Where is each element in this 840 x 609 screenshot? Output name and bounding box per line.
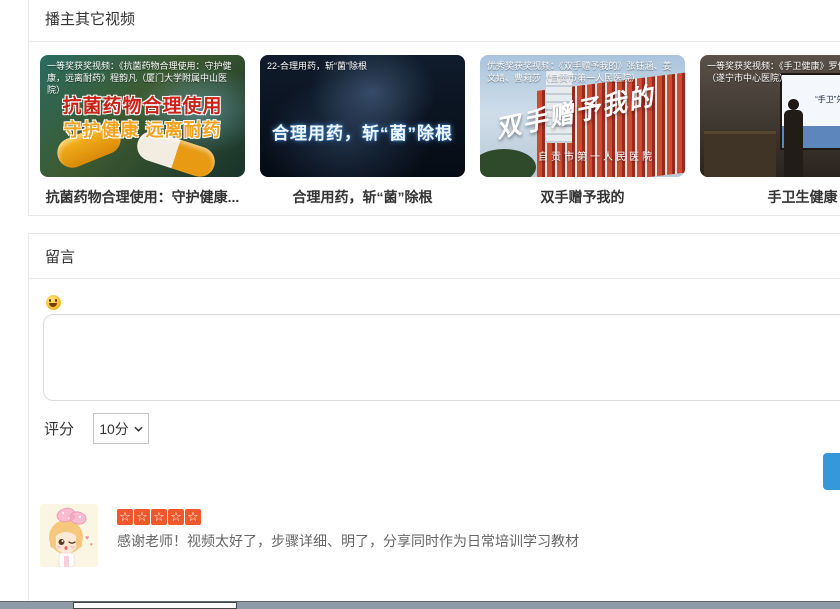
other-videos-title: 播主其它视频 xyxy=(45,8,135,29)
page: 播主其它视频 一等奖获奖视频：《抗菌药物合理使用：守护健康，远离耐药》程韵凡（厦… xyxy=(0,0,840,609)
rating-label: 评分 xyxy=(44,418,74,439)
video-item: 一等奖获奖视频：《抗菌药物合理使用：守护健康，远离耐药》程韵凡（厦门大学附属中山… xyxy=(40,55,245,207)
star-icon: ☆ xyxy=(117,509,133,525)
submit-button[interactable] xyxy=(823,453,840,490)
star-rating: ☆ ☆ ☆ ☆ ☆ xyxy=(117,509,201,525)
svg-text:♥: ♥ xyxy=(90,542,93,548)
presenter-decoration xyxy=(784,110,803,177)
videos-row: 一等奖获奖视频：《抗菌药物合理使用：守护健康，远离耐药》程韵凡（厦门大学附属中山… xyxy=(40,55,840,207)
video-title[interactable]: 双手赠予我的 xyxy=(480,187,685,207)
screen-caption: “手卫”先锋知识小竞赛 xyxy=(793,94,840,105)
thumbnail-main-text: 合理用药，斩“菌”除根 xyxy=(260,119,465,144)
video-thumbnail[interactable]: 一等奖获奖视频：《抗菌药物合理使用：守护健康，远离耐药》程韵凡（厦门大学附属中山… xyxy=(40,55,245,177)
comments-title: 留言 xyxy=(45,246,75,267)
comment-text: 感谢老师！视频太好了，步骤详细、明了，分享同时作为日常培训学习教材 xyxy=(117,531,817,551)
comment-input[interactable] xyxy=(43,314,840,401)
video-item: 22-合理用药，斩“菌”除根 合理用药，斩“菌”除根 合理用药，斩“菌”除根 xyxy=(260,55,465,207)
emoji-picker-icon[interactable] xyxy=(46,295,61,310)
video-title[interactable]: 手卫生健康 xyxy=(700,187,840,207)
comments-header: 留言 xyxy=(29,234,840,279)
horizontal-scrollbar[interactable] xyxy=(0,601,840,609)
chevron-down-icon xyxy=(134,426,143,432)
star-icon: ☆ xyxy=(151,509,167,525)
thumbnail-main-text: 抗菌药物合理使用 xyxy=(40,91,245,118)
star-icon: ☆ xyxy=(185,509,201,525)
tree-decoration xyxy=(480,149,536,177)
other-videos-card: 播主其它视频 一等奖获奖视频：《抗菌药物合理使用：守护健康，远离耐药》程韵凡（厦… xyxy=(28,0,840,216)
thumbnail-sub-text: 守护健康 远离耐药 xyxy=(40,116,245,142)
video-item: “手卫”先锋知识小竞赛 一等奖获奖视频：《手卫健康》罗佳欣、蒋羽茜（遂宁市中心医… xyxy=(700,55,840,207)
scrollbar-thumb[interactable] xyxy=(73,602,237,609)
video-title[interactable]: 合理用药，斩“菌”除根 xyxy=(260,187,465,207)
commenter-avatar[interactable]: ♥ ♥ xyxy=(40,504,98,567)
star-icon: ☆ xyxy=(134,509,150,525)
video-thumbnail[interactable]: 优秀奖获奖视频：《双手赠予我的》张钰涵、姜文婧、曹莉莎（自贡市第一人民医院） 双… xyxy=(480,55,685,177)
presenter-decoration xyxy=(788,99,799,110)
thumbnail-sub-text: 自贡市第一人民医院 xyxy=(538,148,655,163)
podium-decoration xyxy=(704,131,776,177)
other-videos-header: 播主其它视频 xyxy=(29,0,840,42)
rating-selected-value: 10分 xyxy=(99,419,129,439)
video-thumbnail[interactable]: “手卫”先锋知识小竞赛 一等奖获奖视频：《手卫健康》罗佳欣、蒋羽茜（遂宁市中心医… xyxy=(700,55,840,177)
video-title[interactable]: 抗菌药物合理使用：守护健康... xyxy=(40,187,245,207)
thumbnail-overlay-text: 22-合理用药，斩“菌”除根 xyxy=(267,60,459,72)
rating-select[interactable]: 10分 xyxy=(93,413,149,444)
star-icon: ☆ xyxy=(168,509,184,525)
svg-text:♥: ♥ xyxy=(85,535,89,542)
thumbnail-overlay-text: 一等奖获奖视频：《手卫健康》罗佳欣、蒋羽茜（遂宁市中心医院） xyxy=(707,60,840,84)
video-item: 优秀奖获奖视频：《双手赠予我的》张钰涵、姜文婧、曹莉莎（自贡市第一人民医院） 双… xyxy=(480,55,685,207)
rating-row: 评分 10分 xyxy=(44,413,149,444)
video-thumbnail[interactable]: 22-合理用药，斩“菌”除根 合理用药，斩“菌”除根 xyxy=(260,55,465,177)
comments-card: 留言 评分 10分 xyxy=(28,233,840,609)
